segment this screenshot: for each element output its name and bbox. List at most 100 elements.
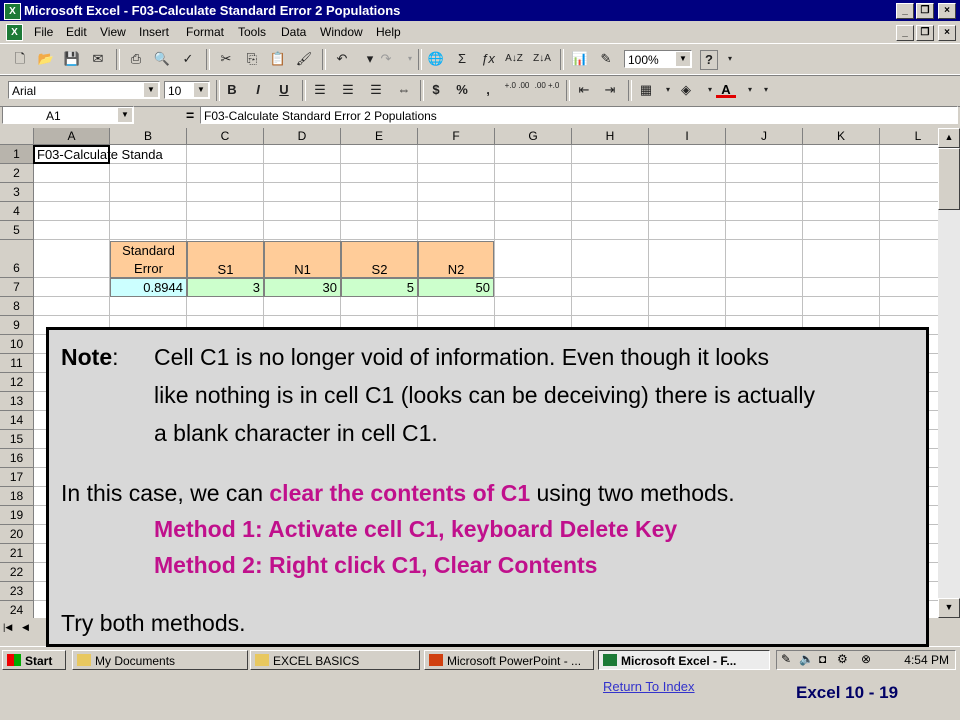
align-left-icon[interactable]: ☰ [310,81,330,99]
zoom-select[interactable]: 100% ▼ [624,50,692,68]
workbook-icon[interactable]: X [6,24,23,41]
note-line-2: like nothing is in cell C1 (looks can be… [154,382,815,408]
open-icon[interactable]: 📂 [36,50,56,68]
workbook-close-button[interactable]: × [938,25,956,41]
percent-button[interactable]: % [452,81,472,99]
drawing-icon[interactable]: ✎ [596,50,616,68]
menu-format[interactable]: Format [186,21,224,43]
minimize-button[interactable]: _ [896,3,914,19]
return-to-index-link[interactable]: Return To Index [603,679,695,694]
taskbar-excel-basics[interactable]: EXCEL BASICS [250,650,420,670]
fill-color-icon[interactable]: ◈ [676,81,696,99]
format-painter-icon[interactable]: 🖌 [294,50,314,68]
taskbar-excel[interactable]: Microsoft Excel - F... [598,650,770,670]
menu-tools[interactable]: Tools [238,21,266,43]
currency-button[interactable]: $ [426,81,446,99]
italic-button[interactable]: I [248,81,268,99]
copy-icon[interactable]: ⎘ [242,50,262,68]
menu-insert[interactable]: Insert [139,21,169,43]
bold-button[interactable]: B [222,81,242,99]
formula-equals[interactable]: = [186,107,194,123]
cell-a1[interactable]: F03-Calculate Standa [34,146,166,164]
font-select[interactable]: Arial ▼ [8,81,160,99]
scroll-thumb[interactable] [938,148,960,210]
first-sheet-icon[interactable]: |◀ [3,622,12,633]
name-box[interactable]: A1 ▼ [2,106,134,124]
restore-button[interactable]: ❐ [916,3,934,19]
align-center-icon[interactable]: ☰ [338,81,358,99]
formula-input[interactable]: F03-Calculate Standard Error 2 Populatio… [200,106,958,124]
cell-e7[interactable]: 5 [341,278,418,297]
chart-wizard-icon[interactable]: 📊 [570,50,590,68]
save-icon[interactable]: 💾 [62,50,82,68]
cell-f6[interactable]: N2 [418,241,494,278]
spelling-icon[interactable]: ✓ [178,50,198,68]
paste-icon[interactable]: 📋 [268,50,288,68]
menu-view[interactable]: View [100,21,126,43]
workbook-restore-button[interactable]: ❐ [916,25,934,41]
increase-decimal-button[interactable]: +.0 .00 [504,81,530,99]
new-icon[interactable]: 🗋 [10,50,30,68]
scroll-down-icon[interactable]: ▼ [938,598,960,618]
cell-d6[interactable]: N1 [264,241,341,278]
cell-d7[interactable]: 30 [264,278,341,297]
font-color-icon[interactable]: A [716,81,736,98]
decrease-indent-icon[interactable]: ⇤ [574,81,594,99]
cut-icon[interactable]: ✂ [216,50,236,68]
undo-icon[interactable]: ↶ [332,50,352,68]
volume-icon[interactable]: 🔈 [799,652,814,666]
close-button[interactable]: × [938,3,956,19]
menu-help[interactable]: Help [376,21,401,43]
align-right-icon[interactable]: ☰ [366,81,386,99]
taskbar-powerpoint[interactable]: Microsoft PowerPoint - ... [424,650,594,670]
toolbar-options-icon[interactable]: ▾ [720,50,740,68]
start-button[interactable]: Start [2,650,66,670]
paste-function-icon[interactable]: ƒx [478,50,498,68]
redo-icon[interactable]: ↷ [376,50,396,68]
network-icon[interactable]: ⚙ [837,652,848,666]
cell-b7[interactable]: 0.8944 [110,278,187,297]
cell-c7[interactable]: 3 [187,278,264,297]
cell-e6[interactable]: S2 [341,241,418,278]
excel-app-icon[interactable]: X [4,3,21,20]
sort-ascending-icon[interactable]: A↓Z [504,50,524,68]
menu-window[interactable]: Window [320,21,363,43]
cell-b6[interactable]: Standard Error [110,241,187,278]
cell-c6[interactable]: S1 [187,241,264,278]
scroll-up-icon[interactable]: ▲ [938,128,960,148]
font-size-dropdown-icon[interactable]: ▼ [194,83,208,97]
underline-button[interactable]: U [274,81,294,99]
menu-data[interactable]: Data [281,21,306,43]
tray-tool-icon[interactable]: ✎ [781,652,791,666]
zoom-dropdown-icon[interactable]: ▼ [676,52,690,66]
tray-misc-icon[interactable]: ⊗ [861,652,871,666]
font-size-select[interactable]: 10 ▼ [164,81,210,99]
name-box-dropdown-icon[interactable]: ▼ [118,108,132,122]
print-preview-icon[interactable]: 🔍 [152,50,172,68]
cell-b6-line2: Error [134,261,163,276]
redo-dropdown-icon[interactable]: ▾ [400,50,420,68]
prev-sheet-icon[interactable]: ◀ [22,622,29,633]
merge-center-icon[interactable]: ⇔ [394,81,414,99]
borders-dropdown-icon[interactable]: ▾ [658,81,678,99]
font-value: Arial [12,84,37,98]
workbook-minimize-button[interactable]: _ [896,25,914,41]
tray-app-icon[interactable]: ◘ [819,652,826,666]
increase-indent-icon[interactable]: ⇥ [600,81,620,99]
font-dropdown-icon[interactable]: ▼ [144,83,158,97]
format-toolbar-options-icon[interactable]: ▾ [756,81,776,99]
autosum-icon[interactable]: Σ [452,50,472,68]
menu-edit[interactable]: Edit [66,21,87,43]
vertical-scrollbar[interactable]: ▲ ▼ [938,128,960,618]
decrease-decimal-button[interactable]: .00 +.0 [534,81,560,99]
hyperlink-icon[interactable]: 🌐 [426,50,446,68]
help-icon[interactable]: ? [700,50,718,70]
print-icon[interactable]: ⎙ [126,50,146,68]
taskbar-my-documents[interactable]: My Documents [72,650,248,670]
email-icon[interactable]: ✉ [88,50,108,68]
cell-f7[interactable]: 50 [418,278,494,297]
borders-icon[interactable]: ▦ [636,81,656,99]
sort-descending-icon[interactable]: Z↓A [532,50,552,68]
menu-file[interactable]: File [34,21,53,43]
comma-button[interactable]: , [478,81,498,99]
